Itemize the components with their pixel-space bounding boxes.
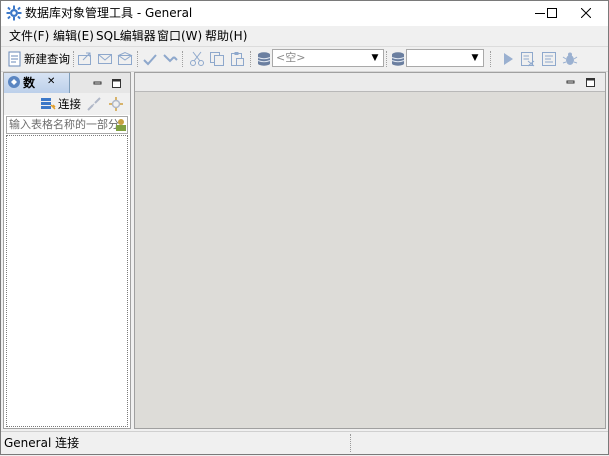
main-toolbar: 新建查询 <空> ▼ ▼ bbox=[0, 46, 609, 72]
editor-minimize-button[interactable] bbox=[566, 76, 575, 90]
schema-combo[interactable]: ▼ bbox=[406, 49, 484, 67]
connection-combo[interactable]: <空> ▼ bbox=[272, 49, 384, 67]
clear-filter-icon[interactable] bbox=[115, 118, 127, 132]
table-filter-input[interactable]: 输入表格名称的一部分 bbox=[6, 116, 128, 134]
menu-help[interactable]: 帮助(H) bbox=[205, 29, 247, 43]
disconnect-icon[interactable] bbox=[86, 96, 102, 112]
menu-file[interactable]: 文件(F) bbox=[9, 29, 49, 43]
close-icon bbox=[581, 8, 591, 18]
panel-minimize-button[interactable] bbox=[93, 77, 102, 91]
mail-icon[interactable] bbox=[97, 51, 113, 67]
status-separator bbox=[350, 434, 352, 452]
mail-open-icon[interactable] bbox=[117, 51, 133, 67]
connect-icon bbox=[41, 98, 56, 110]
toolbar-separator bbox=[137, 51, 139, 67]
toolbar-separator bbox=[490, 51, 492, 67]
status-text: General 连接 bbox=[4, 436, 80, 450]
toolbar-separator bbox=[386, 51, 388, 67]
explain-icon[interactable] bbox=[520, 51, 536, 67]
minimize-icon bbox=[93, 81, 102, 85]
window-title: 数据库对象管理工具 - General bbox=[25, 6, 193, 20]
object-tree[interactable] bbox=[6, 135, 128, 427]
tab-close-icon[interactable]: ✕ bbox=[47, 75, 55, 89]
database-icon bbox=[391, 52, 405, 66]
maximize-icon bbox=[547, 8, 557, 18]
close-button[interactable] bbox=[563, 0, 609, 26]
title-bar: 数据库对象管理工具 - General bbox=[0, 0, 609, 26]
run-icon[interactable] bbox=[500, 51, 516, 67]
left-panel: 数 ✕ 连接 输入表格名称的一部分 bbox=[3, 72, 131, 429]
table-filter-placeholder: 输入表格名称的一部分 bbox=[9, 118, 119, 131]
debug-icon[interactable] bbox=[562, 51, 578, 67]
panel-maximize-button[interactable] bbox=[112, 77, 121, 91]
status-bar: General 连接 bbox=[0, 431, 609, 456]
editor-area bbox=[134, 72, 606, 429]
maximize-icon bbox=[586, 78, 595, 87]
left-panel-toolbar: 连接 bbox=[4, 93, 130, 115]
maximize-icon bbox=[112, 79, 121, 88]
left-panel-tabbar: 数 ✕ bbox=[4, 73, 130, 94]
commit-icon[interactable] bbox=[142, 51, 158, 67]
copy-icon[interactable] bbox=[209, 51, 225, 67]
database-icon bbox=[257, 52, 271, 66]
new-query-icon bbox=[8, 51, 21, 67]
toolbar-separator bbox=[182, 51, 184, 67]
cut-icon[interactable] bbox=[189, 51, 205, 67]
format-icon[interactable] bbox=[541, 51, 557, 67]
toolbar-separator bbox=[73, 51, 75, 67]
settings-icon[interactable] bbox=[108, 96, 124, 112]
menu-bar: 文件(F) 编辑(E) SQL编辑器 窗口(W) 帮助(H) bbox=[0, 26, 609, 46]
minimize-icon bbox=[566, 80, 575, 84]
tab-label: 数 bbox=[23, 76, 36, 90]
editor-maximize-button[interactable] bbox=[586, 76, 595, 90]
new-query-button[interactable]: 新建查询 bbox=[4, 51, 72, 67]
connect-label: 连接 bbox=[58, 97, 81, 111]
tab-database[interactable]: 数 ✕ bbox=[4, 73, 70, 93]
menu-edit[interactable]: 编辑(E) bbox=[53, 29, 94, 43]
paste-icon[interactable] bbox=[229, 51, 245, 67]
editor-tabbar bbox=[135, 73, 605, 92]
export-icon[interactable] bbox=[77, 51, 93, 67]
chevron-down-icon: ▼ bbox=[371, 53, 379, 63]
app-gear-icon bbox=[6, 5, 22, 21]
connection-combo-value: <空> bbox=[276, 51, 306, 64]
toolbar-separator bbox=[250, 51, 252, 67]
chevron-down-icon: ▼ bbox=[471, 53, 479, 63]
rollback-icon[interactable] bbox=[162, 51, 178, 67]
connect-button[interactable]: 连接 bbox=[40, 96, 81, 112]
new-query-label: 新建查询 bbox=[24, 52, 70, 66]
menu-sql-editor[interactable]: SQL编辑器 bbox=[96, 29, 156, 43]
navigator-icon bbox=[8, 76, 20, 88]
menu-window[interactable]: 窗口(W) bbox=[157, 29, 202, 43]
